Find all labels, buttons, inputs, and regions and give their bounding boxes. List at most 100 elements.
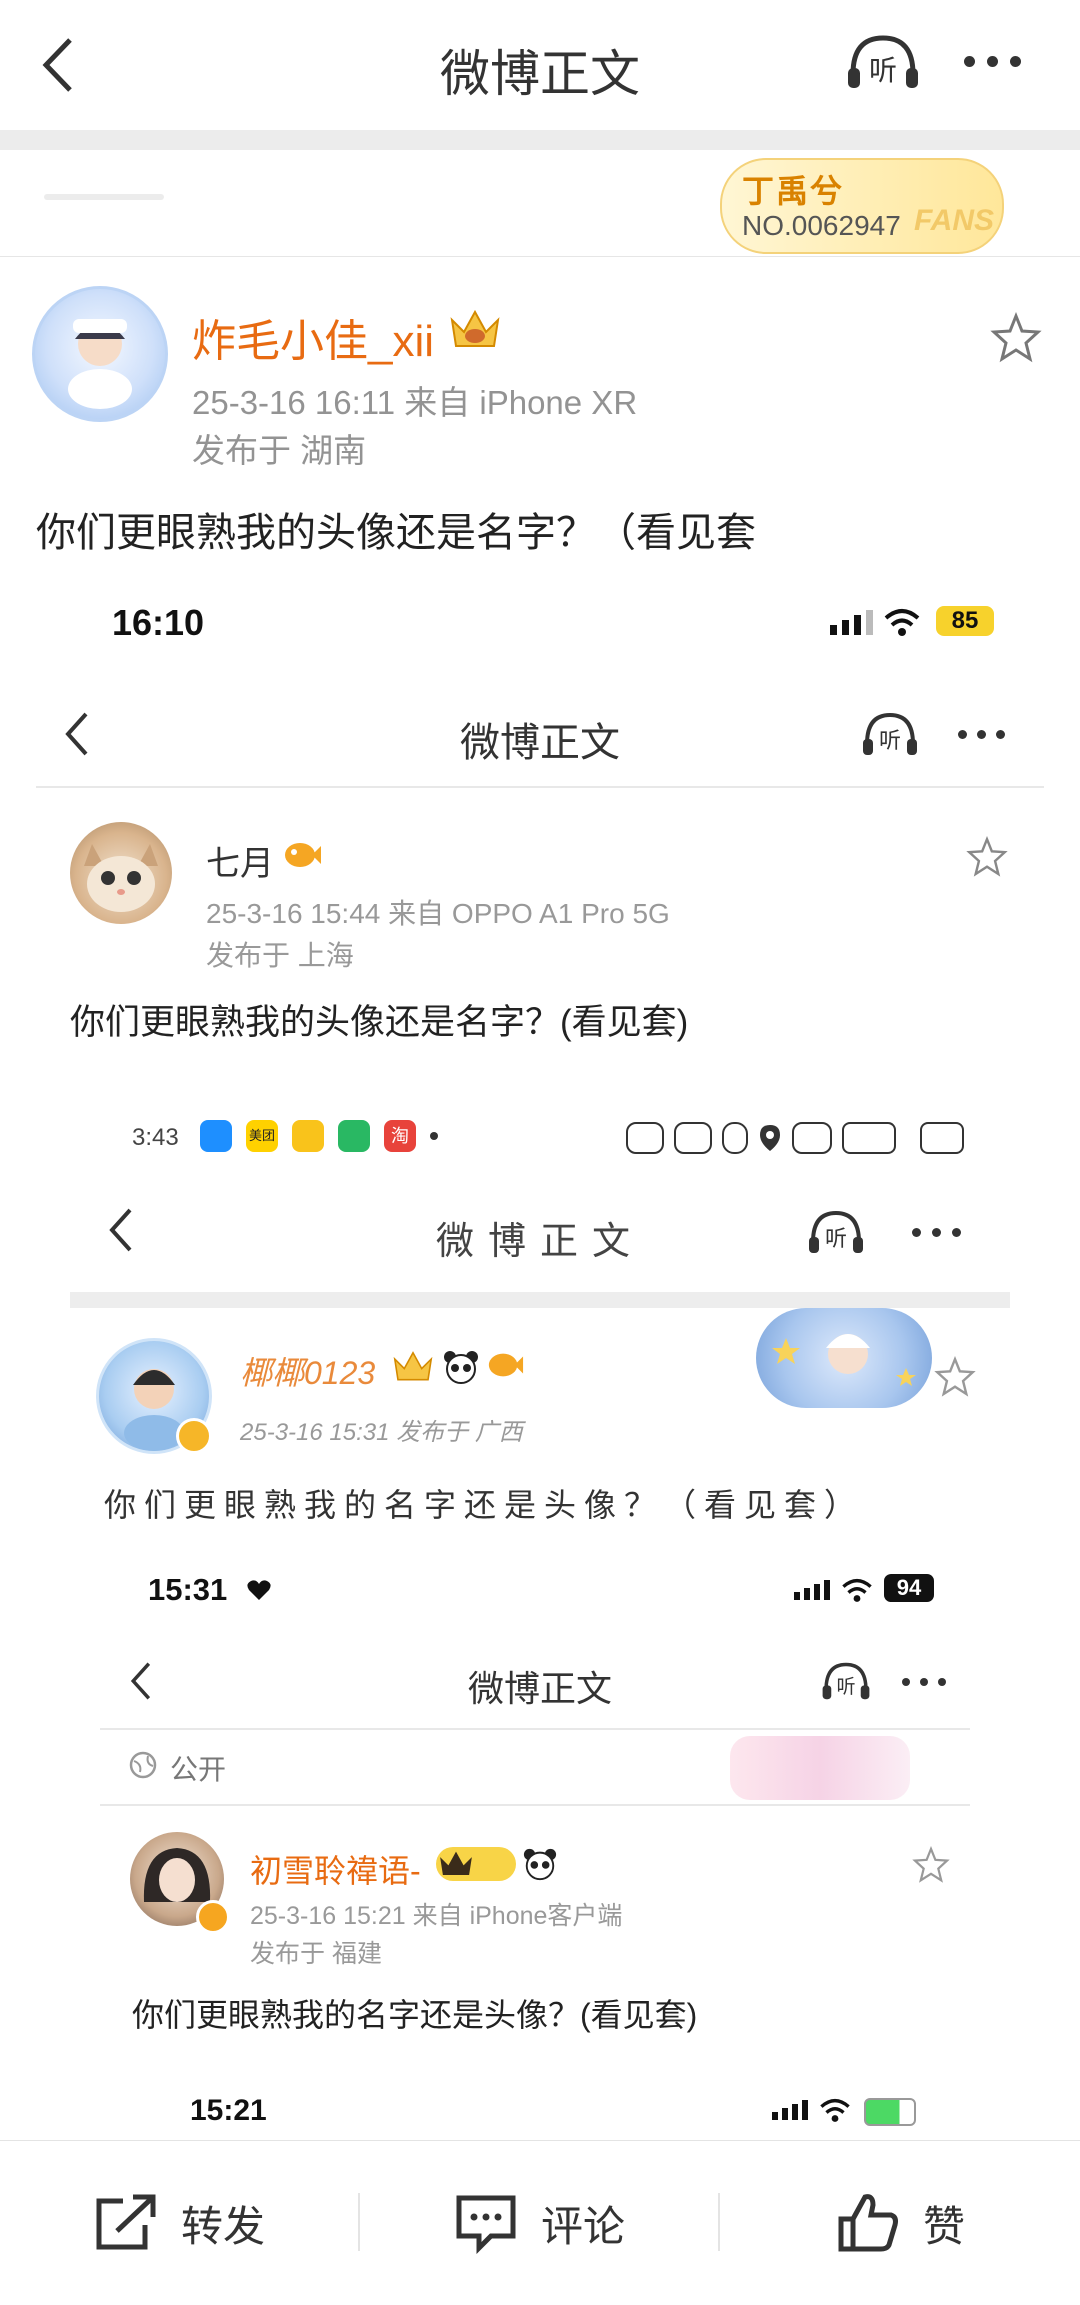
svg-text:听: 听 [879, 729, 901, 754]
embedded-nav-title: 微博正文 [435, 1219, 644, 1263]
post-location: 发布于 上海 [206, 940, 354, 971]
app-icon-taobao: 淘 [384, 1120, 416, 1152]
app-icon-chat [200, 1120, 232, 1152]
visibility-label: 公开 [170, 1754, 227, 1785]
fans-badge-title: 丁禹兮 [742, 173, 845, 209]
cat-status-icon [792, 1122, 832, 1154]
signal-icon [830, 610, 873, 635]
comment-icon [456, 2195, 516, 2254]
status-icons [626, 1122, 964, 1154]
like-label: 赞 [922, 2202, 965, 2250]
post-time-source: 25-3-16 15:44 来自 OPPO A1 Pro 5G [206, 898, 670, 929]
heart-icon [247, 1580, 271, 1600]
favorite-star-icon [934, 1356, 976, 1397]
thumbs-up-icon [838, 2194, 898, 2252]
user-badges [436, 1846, 558, 1882]
fans-badge-number: NO.0062947 [742, 210, 901, 241]
globe-icon [129, 1751, 157, 1779]
post-time-source: 25-3-16 16:11 来自 iPhone XR [192, 384, 638, 421]
more-dot-icon [430, 1132, 438, 1140]
vip-crown-icon [393, 1351, 433, 1381]
comment-label: 评论 [540, 2202, 625, 2250]
listen-headphone-icon: 听 [863, 712, 917, 755]
svg-text:听: 听 [825, 1227, 847, 1252]
fans-badge-word: FANS [914, 204, 995, 237]
verified-badge-icon [176, 1418, 212, 1454]
post-text: 你们更眼熟我的名字还是头像？（看见套） [104, 1486, 865, 1524]
section-gap [0, 130, 1080, 150]
battery-indicator: 85 [936, 606, 994, 636]
like-button[interactable]: 赞 [720, 2141, 1080, 2305]
listen-headphone-icon[interactable]: 听 [845, 32, 921, 92]
more-options-icon [902, 1678, 946, 1686]
post-text: 你们更眼熟我的名字还是头像？(看见套) [132, 1997, 698, 2033]
notification-app-icons: 美团 淘 [200, 1120, 438, 1152]
post-location: 发布于 福建 [250, 1940, 382, 1968]
embedded-screenshot-4: 15:21 [0, 2080, 1080, 2140]
divider [100, 1804, 970, 1806]
decoration-card [730, 1736, 910, 1800]
blurred-placeholder [44, 194, 164, 200]
fans-bar: 丁禹兮 NO.0062947 FANS [0, 150, 1080, 257]
favorite-star-icon [912, 1846, 950, 1883]
more-options-icon [912, 1228, 961, 1237]
vip-fish-icon [488, 1353, 524, 1377]
user-badges [390, 1348, 524, 1386]
repost-label: 转发 [180, 2202, 265, 2250]
signal-icon [772, 2100, 808, 2120]
favorite-star-icon [966, 836, 1008, 877]
top-nav: 微博正文 听 [0, 0, 1080, 130]
decoration-card [756, 1308, 932, 1408]
bottom-action-bar: 转发 评论 赞 [0, 2140, 1080, 2305]
listen-headphone-icon: 听 [822, 1662, 870, 1700]
app-icon-meituan: 美团 [246, 1120, 278, 1152]
wifi-icon [884, 609, 920, 636]
vip-level-badge [436, 1847, 516, 1881]
status-time: 3:43 [132, 1124, 179, 1151]
cat-status-icon [674, 1122, 712, 1154]
embedded-screenshot-3: 15:31 94 微博正文 听 公开 初雪聆禕语- 25-3-16 15:21 … [0, 1550, 1080, 2050]
favorite-star-icon[interactable] [990, 312, 1042, 364]
divider [100, 1728, 970, 1730]
panda-icon [444, 1351, 478, 1384]
author-name: 七月 [206, 845, 274, 883]
embedded-screenshot-2: 3:43 美团 淘 微博正文 听 椰椰0123 25-3-16 15:31 发布… [0, 1100, 1080, 1540]
status-time: 15:21 [190, 2094, 267, 2127]
section-gap [70, 1292, 1010, 1308]
bluetooth-cat-icon [722, 1122, 748, 1154]
svg-text:听: 听 [836, 1676, 855, 1698]
app-icon-message [338, 1120, 370, 1152]
author-name[interactable]: 炸毛小佳_xii [192, 305, 434, 369]
post-text: 你们更眼熟我的头像还是名字？（看见套 [36, 511, 756, 555]
embedded-nav-title: 微博正文 [467, 1668, 612, 1709]
signal-5g-icon [842, 1122, 896, 1154]
more-options-icon [958, 730, 1005, 739]
comment-button[interactable]: 评论 [360, 2141, 718, 2305]
author-avatar[interactable] [32, 286, 168, 422]
more-options-icon[interactable] [964, 56, 1021, 67]
post-location: 发布于 湖南 [192, 432, 367, 469]
author-name: 椰椰0123 [240, 1355, 376, 1391]
wifi-icon [842, 1578, 872, 1602]
post-time-source: 25-3-16 15:31 发布于 广西 [240, 1419, 523, 1446]
status-time: 15:31 [148, 1572, 228, 1607]
post-time-source: 25-3-16 15:21 来自 iPhone客户端 [250, 1902, 623, 1930]
embedded-screenshot-1: 16:10 85 微博正文 听 七月 25-3-16 15:44 来自 OPPO… [0, 580, 1080, 1140]
panda-icon [523, 1848, 557, 1881]
author-name: 初雪聆禕语- [250, 1853, 421, 1889]
listen-headphone-icon: 听 [809, 1210, 863, 1253]
signal-icon [794, 1580, 830, 1600]
repost-icon [96, 2194, 156, 2250]
battery-charging-icon [864, 2098, 916, 2126]
vip-fish-icon [285, 843, 321, 867]
verified-badge-icon [196, 1900, 230, 1934]
cat-status-icon [626, 1122, 664, 1154]
listen-label: 听 [869, 54, 897, 87]
post-text: 你们更眼熟我的头像还是名字？(看见套) [70, 1003, 689, 1042]
repost-button[interactable]: 转发 [0, 2141, 358, 2305]
divider [36, 786, 1044, 788]
author-avatar [70, 822, 172, 924]
fans-badge[interactable]: 丁禹兮 NO.0062947 FANS [720, 158, 1004, 254]
app-icon-game [292, 1120, 324, 1152]
battery-indicator: 94 [884, 1574, 934, 1602]
